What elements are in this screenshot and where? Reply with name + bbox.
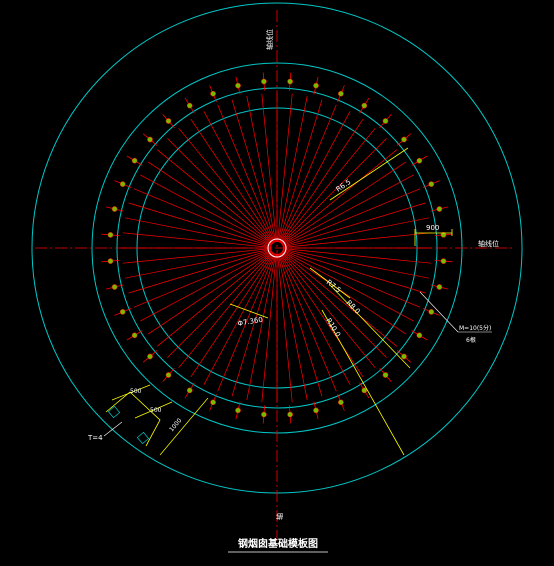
radial-line bbox=[280, 138, 387, 245]
radial-line bbox=[246, 95, 277, 243]
anchor-bolt bbox=[401, 353, 407, 360]
radial-line bbox=[128, 202, 272, 247]
anchor-bolt bbox=[147, 353, 153, 360]
detail-box-outline bbox=[105, 391, 161, 447]
label-dim-r75: R7.5 bbox=[325, 278, 343, 294]
radial-line bbox=[156, 251, 273, 347]
label-callout-anchor: M=10(5分) bbox=[459, 324, 491, 332]
anchor-bolt bbox=[436, 284, 443, 290]
radial-line bbox=[217, 104, 276, 243]
radial-line bbox=[281, 149, 398, 245]
radial-line bbox=[124, 248, 272, 279]
radial-line bbox=[282, 202, 426, 247]
anchor-bolt bbox=[428, 181, 435, 187]
anchor-bolt bbox=[313, 407, 319, 414]
anchor-bolt bbox=[401, 136, 407, 143]
radial-line bbox=[277, 95, 308, 243]
dim-1000-line bbox=[159, 397, 209, 456]
anchor-bolt bbox=[313, 82, 319, 89]
radial-line bbox=[124, 217, 272, 248]
label-dim-r10: R10.0 bbox=[324, 317, 342, 339]
anchor-bolt bbox=[119, 181, 126, 187]
label-dim-900: 900 bbox=[426, 224, 439, 232]
radial-line bbox=[282, 249, 426, 294]
radial-line bbox=[122, 232, 272, 248]
label-dim-500-b: 500 bbox=[150, 407, 162, 414]
drawing-title: 钢烟囱基础模板图 bbox=[238, 537, 318, 550]
label-axis-right: 轴线位 bbox=[478, 239, 499, 248]
anchor-bolt bbox=[131, 332, 138, 339]
radial-line bbox=[282, 248, 430, 279]
radial-line bbox=[278, 253, 323, 397]
radial-line bbox=[128, 249, 272, 294]
detail-plate-2 bbox=[136, 431, 150, 445]
radial-line bbox=[178, 252, 274, 369]
anchor-bolt bbox=[107, 258, 114, 264]
label-callout-anchor-sub: 6根 bbox=[466, 336, 476, 344]
anchor-bolt bbox=[107, 232, 114, 238]
anchor-bolt bbox=[210, 90, 216, 97]
anchor-bolt bbox=[235, 407, 241, 414]
label-dim-r80: R8.0 bbox=[345, 299, 362, 316]
radial-line bbox=[261, 93, 277, 243]
label-dim-500-a: 500 bbox=[130, 388, 142, 395]
anchor-bolt bbox=[416, 157, 423, 164]
radial-line bbox=[280, 251, 387, 358]
anchor-bolt bbox=[338, 399, 344, 406]
anchor-bolt bbox=[235, 82, 241, 89]
radial-line bbox=[282, 188, 421, 247]
radial-line bbox=[280, 127, 376, 244]
radial-line bbox=[133, 188, 272, 247]
anchor-bolt bbox=[147, 136, 153, 143]
radial-line bbox=[277, 253, 308, 401]
anchor-bolt bbox=[165, 118, 172, 124]
radial-line bbox=[282, 232, 432, 248]
radial-line bbox=[167, 138, 274, 245]
anchor-bolt bbox=[287, 411, 293, 418]
radial-line bbox=[282, 217, 430, 248]
anchor-bolt bbox=[428, 309, 435, 315]
radial-line bbox=[278, 104, 337, 243]
label-dim-dia: Φ7.360 bbox=[237, 316, 264, 328]
radial-line bbox=[178, 127, 274, 244]
label-axis-top: 轴线位 bbox=[265, 29, 274, 50]
anchor-bolt bbox=[261, 78, 267, 85]
radial-line bbox=[156, 149, 273, 245]
radial-line bbox=[167, 251, 274, 358]
anchor-bolt bbox=[131, 157, 138, 164]
anchor-bolt bbox=[361, 102, 368, 109]
radial-line bbox=[231, 99, 276, 243]
anchor-bolt bbox=[440, 258, 447, 264]
anchor-bolt bbox=[119, 309, 126, 315]
anchor-bolt bbox=[287, 78, 293, 85]
label-tag-t: T=4 bbox=[87, 434, 103, 442]
anchor-bolt bbox=[382, 372, 389, 378]
radial-line bbox=[122, 248, 272, 264]
radial-line bbox=[261, 253, 277, 403]
anchor-bolt bbox=[165, 372, 172, 378]
anchor-bolt bbox=[436, 206, 443, 212]
anchor-bolt bbox=[111, 284, 118, 290]
anchor-bolt bbox=[111, 206, 118, 212]
radial-line bbox=[246, 253, 277, 401]
anchor-bolt bbox=[186, 102, 193, 109]
radial-line bbox=[277, 253, 293, 403]
anchor-bolt bbox=[186, 387, 193, 394]
radial-line bbox=[277, 93, 293, 243]
radial-line bbox=[133, 249, 272, 308]
anchor-bolt bbox=[338, 90, 344, 97]
anchor-bolt bbox=[261, 411, 267, 418]
anchor-bolt bbox=[416, 332, 423, 339]
callout-leader bbox=[419, 291, 459, 333]
radial-line bbox=[278, 99, 323, 243]
label-dim-1000: 1000 bbox=[168, 417, 183, 433]
radial-line bbox=[282, 248, 432, 264]
detail-plate-1 bbox=[107, 405, 121, 419]
anchor-bolt bbox=[382, 118, 389, 124]
label-axis-bottom: 轴 bbox=[275, 513, 284, 520]
anchor-bolt bbox=[210, 399, 216, 406]
foundation-template-drawing: 轴线位 轴线位 轴 R6.5 900 R7.5 R8.0 R10.0 M=10(… bbox=[31, 2, 523, 553]
